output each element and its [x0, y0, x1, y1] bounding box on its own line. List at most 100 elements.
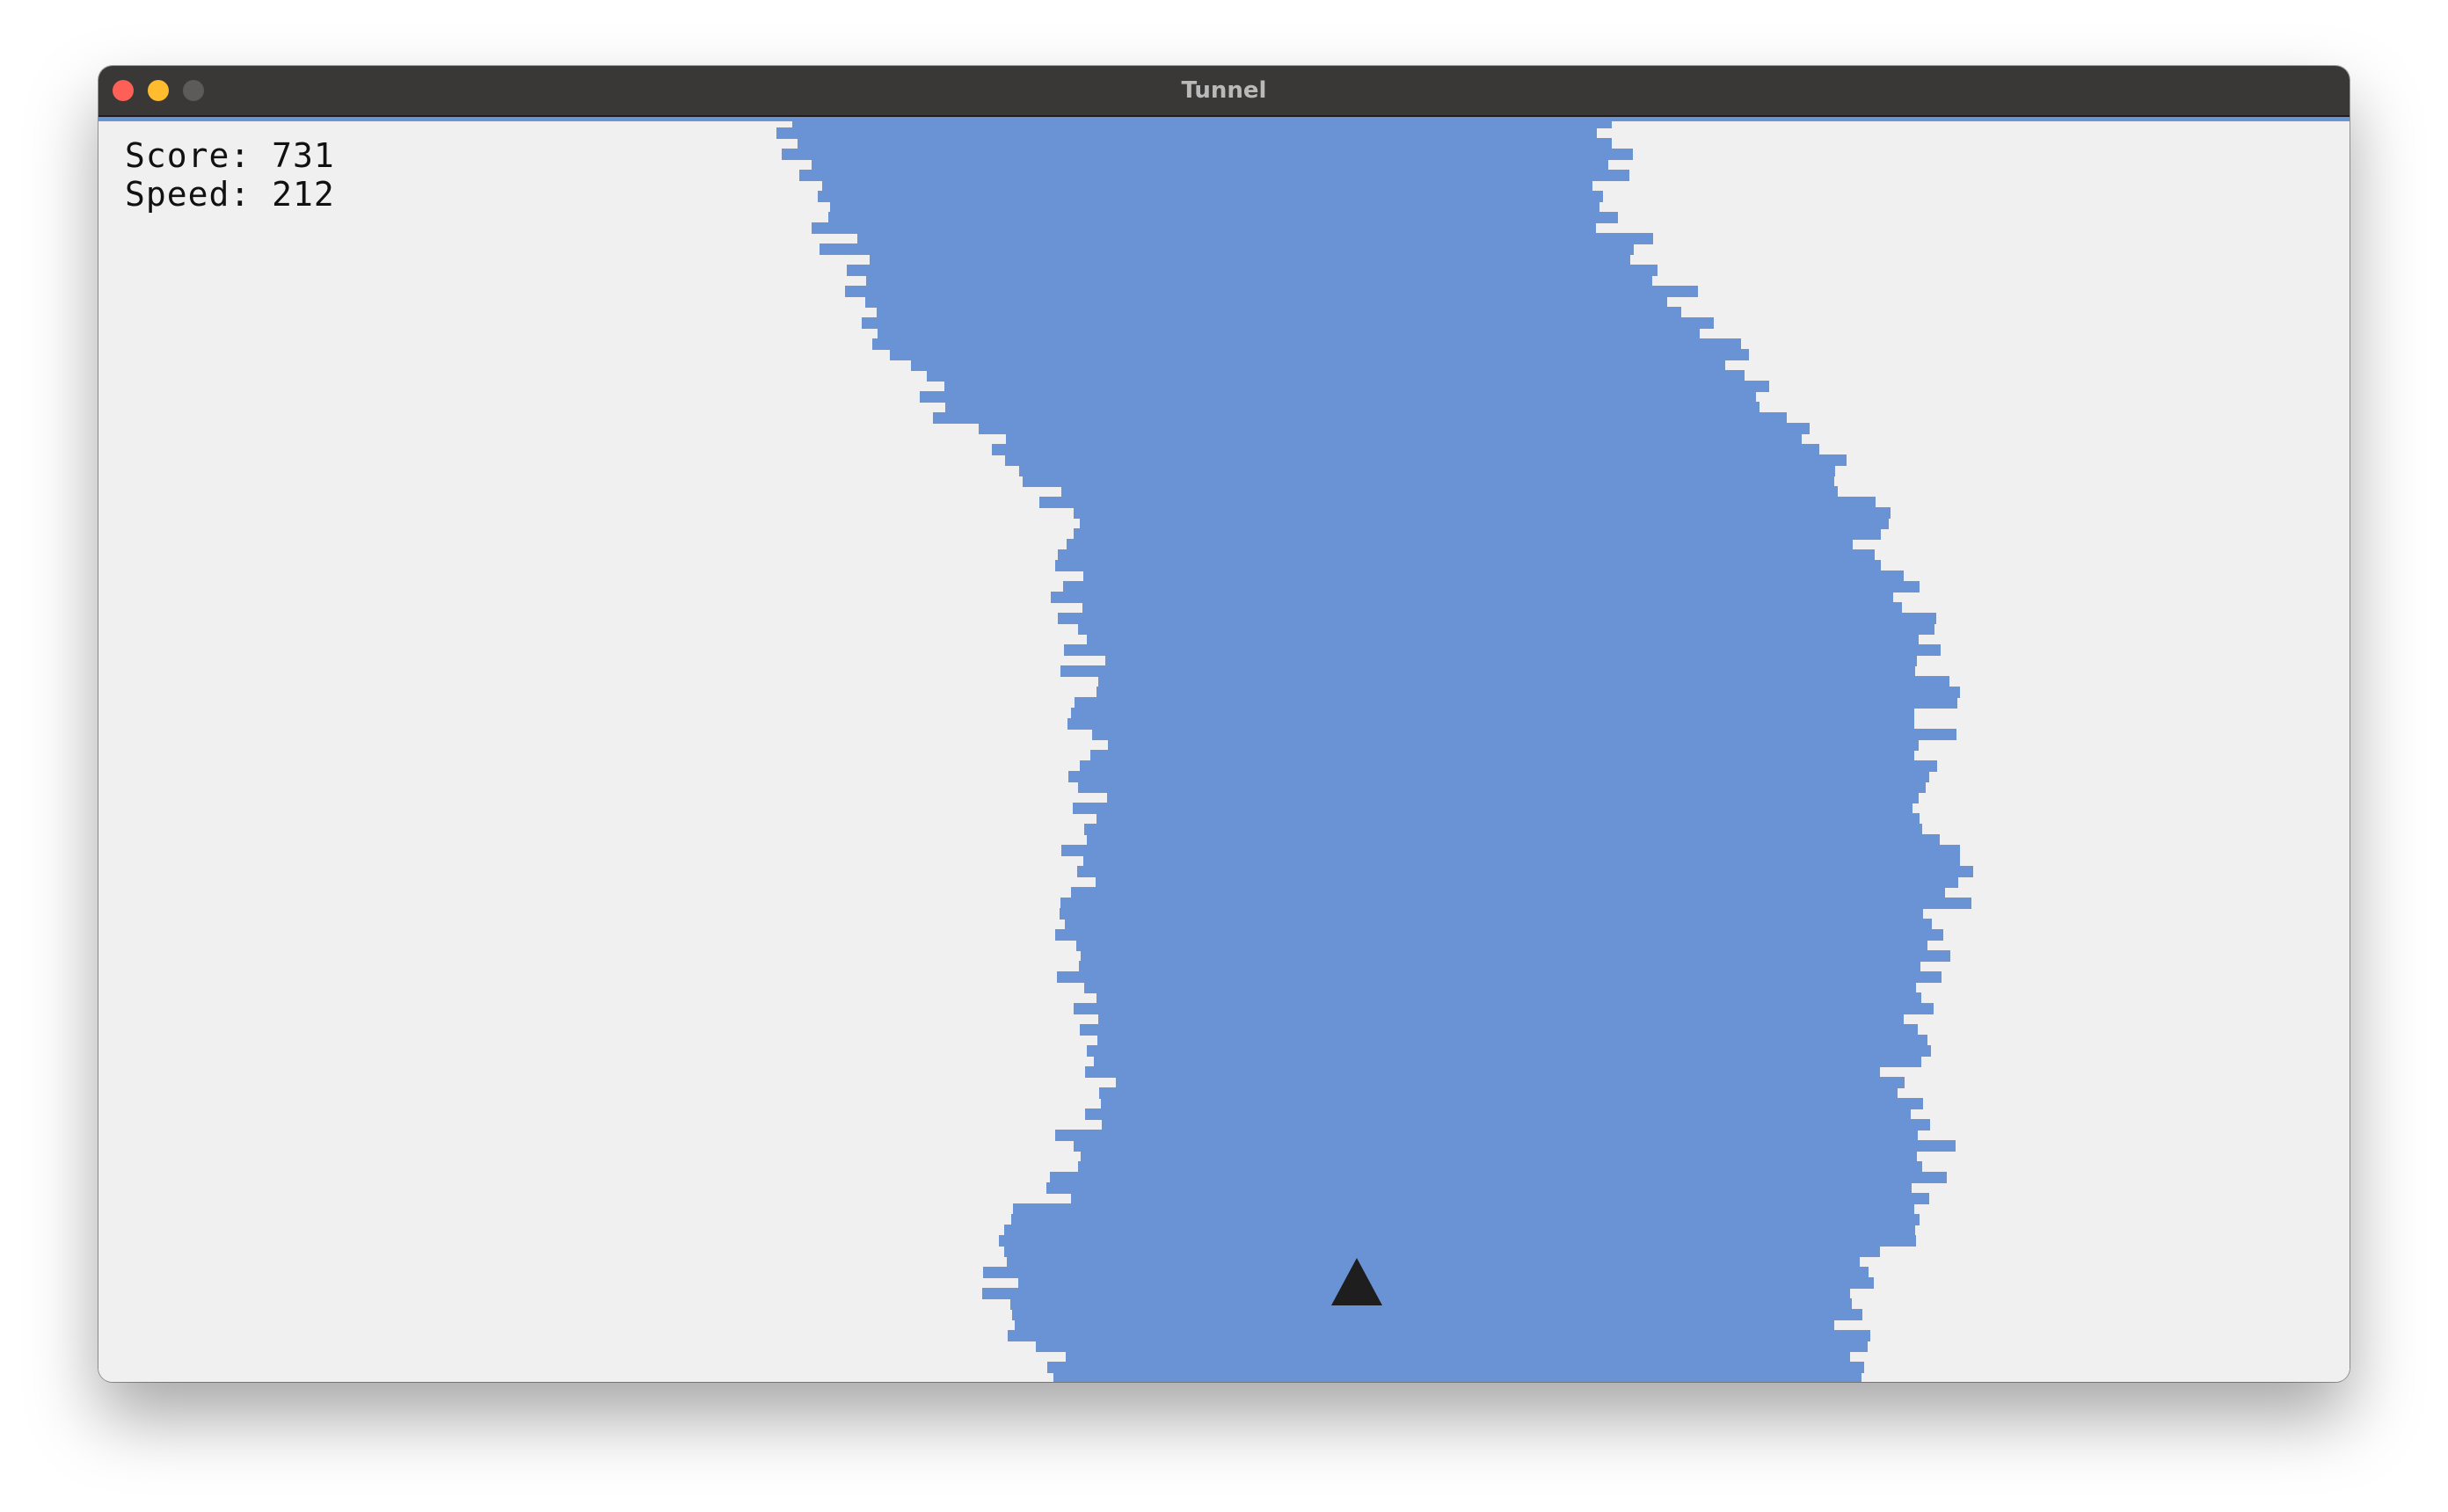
tunnel-segment	[1096, 687, 1960, 698]
tunnel-segment	[1105, 655, 1917, 666]
tunnel-segment	[982, 1288, 1850, 1299]
tunnel-segment	[1096, 813, 1920, 825]
tunnel-segment	[1060, 898, 1971, 909]
tunnel-segment	[1065, 919, 1932, 930]
tunnel-segment	[1080, 518, 1889, 529]
tunnel-segment	[1007, 1256, 1860, 1268]
tunnel-segment	[1102, 1119, 1930, 1130]
tunnel-segment	[830, 201, 1599, 213]
top-edge-strip	[98, 117, 2350, 121]
tunnel-segment	[799, 170, 1629, 181]
tunnel-segment	[1015, 1319, 1834, 1331]
tunnel-segment	[1080, 1024, 1918, 1036]
tunnel-segment	[1067, 718, 1914, 730]
tunnel-segment	[1058, 613, 1936, 624]
speed-value: 212	[272, 175, 335, 214]
tunnel-segment	[1057, 971, 1942, 983]
tunnel-segment	[1116, 1077, 1905, 1088]
tunnel-segment	[890, 349, 1749, 360]
tunnel-segment	[776, 127, 1597, 139]
tunnel-segment	[1080, 760, 1937, 772]
tunnel-segment	[920, 391, 1756, 403]
tunnel-segment	[1087, 834, 1940, 846]
tunnel-segment	[1068, 771, 1929, 782]
tunnel-segment	[1055, 929, 1943, 941]
tunnel-segment	[1078, 781, 1926, 793]
tunnel-segment	[1087, 634, 1919, 645]
tunnel-segment	[1067, 539, 1853, 550]
tunnel-segment	[820, 244, 1634, 255]
tunnel-segment	[1011, 1214, 1920, 1225]
tunnel-segment	[1097, 1035, 1927, 1046]
tunnel-segment	[1107, 792, 1919, 803]
tunnel-segment	[822, 180, 1592, 192]
tunnel-segment	[1061, 486, 1838, 498]
tunnel-segment	[1064, 644, 1941, 656]
game-canvas[interactable]: Score: 731 Speed: 212	[98, 117, 2350, 1382]
tunnel-segment	[944, 381, 1769, 392]
tunnel-segment	[1071, 708, 1914, 719]
tunnel-segment	[1073, 803, 1912, 814]
tunnel-segment	[1075, 697, 1957, 709]
tunnel-segment	[1019, 465, 1835, 476]
tunnel-segment	[1023, 476, 1834, 487]
hud: Score: 731 Speed: 212	[125, 136, 335, 214]
tunnel-segment	[1101, 1098, 1923, 1109]
tunnel-segment	[1004, 1246, 1880, 1257]
tunnel-segment	[1098, 676, 1949, 687]
tunnel-segment	[1108, 739, 1919, 751]
tunnel-segment	[1094, 1056, 1921, 1067]
tunnel-segment	[1096, 876, 1958, 888]
tunnel-segment	[1005, 454, 1847, 466]
tunnel-segment	[862, 317, 1714, 329]
tunnel-segment	[812, 159, 1608, 171]
tunnel-segment	[1083, 571, 1904, 582]
tunnel-segment	[1051, 592, 1893, 603]
tunnel-segment	[1081, 950, 1950, 962]
tunnel-segment	[1055, 560, 1881, 571]
tunnel-segment	[1079, 961, 1920, 972]
tunnel-segment	[1085, 1066, 1880, 1078]
tunnel-segment	[1004, 1225, 1915, 1236]
tunnel-segment	[847, 265, 1658, 276]
tunnel-segment	[979, 423, 1810, 434]
tunnel-segment	[1053, 1372, 1862, 1382]
tunnel-segment	[945, 402, 1760, 413]
tunnel-segment	[1006, 433, 1802, 445]
tunnel-playfield	[98, 117, 2350, 1382]
tunnel-segment	[1047, 1362, 1864, 1373]
tunnel-segment	[1076, 940, 1927, 951]
tunnel-segment	[870, 254, 1630, 265]
tunnel-segment	[1061, 845, 1960, 856]
tunnel-segment	[828, 212, 1618, 223]
tunnel-segment	[1084, 982, 1916, 993]
tunnel-segment	[1074, 1003, 1934, 1014]
tunnel-segment	[1077, 866, 1973, 877]
tunnel-segment	[1012, 1309, 1862, 1320]
tunnel-segment	[1083, 855, 1960, 867]
window-title: Tunnel	[1181, 77, 1267, 104]
tunnel-segment	[865, 296, 1667, 308]
score-label: Score:	[125, 136, 273, 175]
tunnel-segment	[1008, 1330, 1870, 1341]
tunnel-segment	[1013, 1203, 1914, 1215]
title-bar[interactable]: Tunnel	[98, 66, 2350, 117]
tunnel-segment	[1078, 1161, 1922, 1173]
tunnel-segment	[1055, 1130, 1918, 1141]
speed-label: Speed:	[125, 175, 273, 214]
tunnel-segment	[1036, 1341, 1868, 1352]
tunnel-segment	[1018, 1277, 1874, 1289]
tunnel-segment	[845, 286, 1698, 297]
tunnel-segment	[872, 338, 1741, 350]
speed-readout: Speed: 212	[125, 175, 335, 214]
tunnel-segment	[798, 138, 1612, 149]
tunnel-segment	[933, 412, 1787, 424]
tunnel-segment	[857, 233, 1653, 244]
tunnel-segment	[1060, 665, 1915, 677]
tunnel-segment	[782, 149, 1633, 160]
tunnel-segment	[878, 328, 1700, 339]
tunnel-segment	[1063, 581, 1920, 592]
tunnel-segment	[1096, 992, 1921, 1004]
tunnel-segment	[1046, 1182, 1912, 1194]
tunnel-segment	[1060, 908, 1923, 920]
